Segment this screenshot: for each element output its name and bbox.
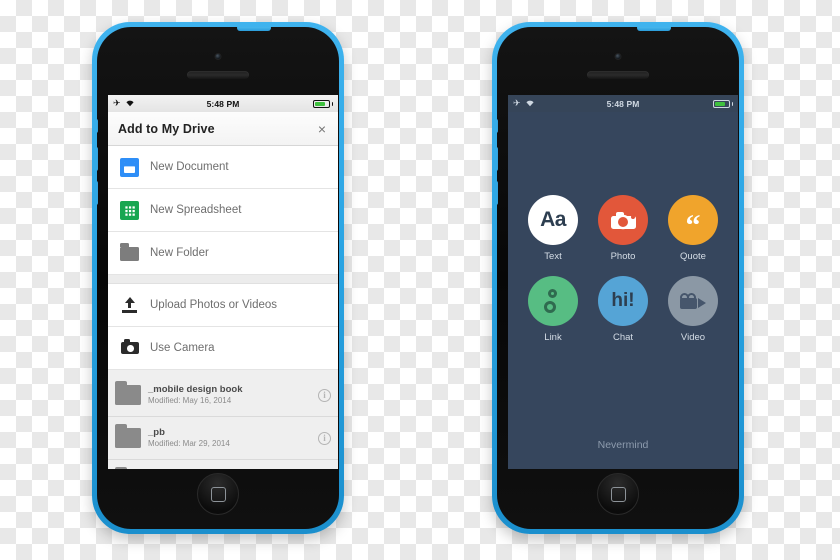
aa-glyph: Aa [540,208,566,231]
menu-item-use-camera[interactable]: Use Camera [108,327,338,370]
post-type-chat[interactable]: hi! Chat [592,276,654,343]
phone-right: ✈ 5:48 PM Aa Text Photo “ Quote Link hi!… [492,22,744,534]
menu-item-new-folder[interactable]: New Folder [108,232,338,275]
post-type-photo[interactable]: Photo [592,195,654,262]
post-type-grid-wrap: Aa Text Photo “ Quote Link hi! Chat Vide… [508,112,738,426]
phone-left: ✈ 5:48 PM _mobile design book Modified: … [92,22,344,534]
folder-icon [115,424,141,448]
menu-group-divider [108,275,338,284]
page-title: Add to My Drive [118,121,215,136]
ring-switch[interactable] [97,119,98,133]
post-type-video[interactable]: Video [662,276,724,343]
volume-up-button[interactable] [497,147,498,171]
phone-left-body: ✈ 5:48 PM _mobile design book Modified: … [97,27,339,529]
menu-item-label: New Spreadsheet [150,204,242,216]
post-type-label: Photo [610,251,636,262]
file-name: _mobile design book [148,383,243,395]
file-meta: _pb Modified: Mar 29, 2014 [148,427,311,450]
cancel-button[interactable]: Nevermind [508,426,738,469]
folder-icon [120,243,139,263]
post-type-grid: Aa Text Photo “ Quote Link hi! Chat Vide… [522,195,724,343]
home-button[interactable] [597,473,639,515]
quote-icon: “ [668,195,718,245]
power-button[interactable] [637,27,671,31]
menu-item-label: Upload Photos or Videos [150,299,278,311]
post-type-label: Link [544,332,562,343]
menu-item-label: New Folder [150,247,209,259]
post-type-label: Text [544,251,562,262]
earpiece-speaker [587,71,649,79]
volume-down-button[interactable] [97,181,98,205]
post-type-link[interactable]: Link [522,276,584,343]
info-icon[interactable]: i [318,388,331,402]
camera-icon [120,339,139,358]
phone-right-body: ✈ 5:48 PM Aa Text Photo “ Quote Link hi!… [497,27,739,529]
close-icon[interactable]: × [316,120,328,138]
canvas: ✈ 5:48 PM _mobile design book Modified: … [0,0,840,560]
table-row[interactable]: _Trip Modified: May 10, 2014 i [108,460,338,469]
upload-icon [120,296,139,315]
text-aa-icon: Aa [528,195,578,245]
table-row[interactable]: _mobile design book Modified: May 16, 20… [108,374,338,417]
camera-icon [598,195,648,245]
file-modified: Modified: Mar 29, 2014 [148,438,230,448]
file-modified: Modified: May 16, 2014 [148,395,232,405]
screen-right: ✈ 5:48 PM Aa Text Photo “ Quote Link hi!… [508,95,738,469]
status-bar-right: ✈ 5:48 PM [508,95,738,112]
info-icon[interactable]: i [318,431,331,445]
post-type-label: Quote [680,251,706,262]
volume-up-button[interactable] [97,147,98,171]
home-square-icon [210,486,226,502]
menu-item-new-spreadsheet[interactable]: New Spreadsheet [108,189,338,232]
status-time-left: 5:48 PM [206,98,240,109]
menu-item-new-document[interactable]: New Document [108,146,338,189]
power-button[interactable] [237,27,271,31]
home-button[interactable] [197,473,239,515]
sheet-header: Add to My Drive × [108,112,338,146]
menu-item-upload-photos-or-videos[interactable]: Upload Photos or Videos [108,284,338,327]
status-time-right: 5:48 PM [606,98,640,109]
google-sheets-icon [120,200,139,220]
menu-item-label: New Document [150,161,229,173]
quote-glyph: “ [685,209,701,242]
table-row[interactable]: _pb Modified: Mar 29, 2014 i [108,417,338,460]
front-camera-icon [614,53,622,60]
home-square-icon [610,486,626,502]
post-type-text[interactable]: Aa Text [522,195,584,262]
ring-switch[interactable] [497,119,498,133]
post-type-label: Chat [612,332,634,343]
folder-icon [115,381,141,405]
link-icon [528,276,578,326]
menu-item-label: Use Camera [150,342,215,354]
chat-icon: hi! [598,276,648,326]
add-to-drive-sheet: Add to My Drive × New Document New Sprea… [108,112,338,370]
earpiece-speaker [187,71,249,79]
tumblr-post-chooser: Aa Text Photo “ Quote Link hi! Chat Vide… [508,112,738,469]
post-type-quote[interactable]: “ Quote [662,195,724,262]
hi-glyph: hi! [611,290,635,311]
post-type-label: Video [680,332,706,343]
file-meta: _mobile design book Modified: May 16, 20… [148,384,311,407]
google-docs-icon [120,157,139,177]
video-icon [668,276,718,326]
screen-left: ✈ 5:48 PM _mobile design book Modified: … [108,95,338,469]
status-bar-left: ✈ 5:48 PM [108,95,338,112]
volume-down-button[interactable] [497,181,498,205]
file-name: _pb [148,426,165,438]
front-camera-icon [214,53,222,60]
